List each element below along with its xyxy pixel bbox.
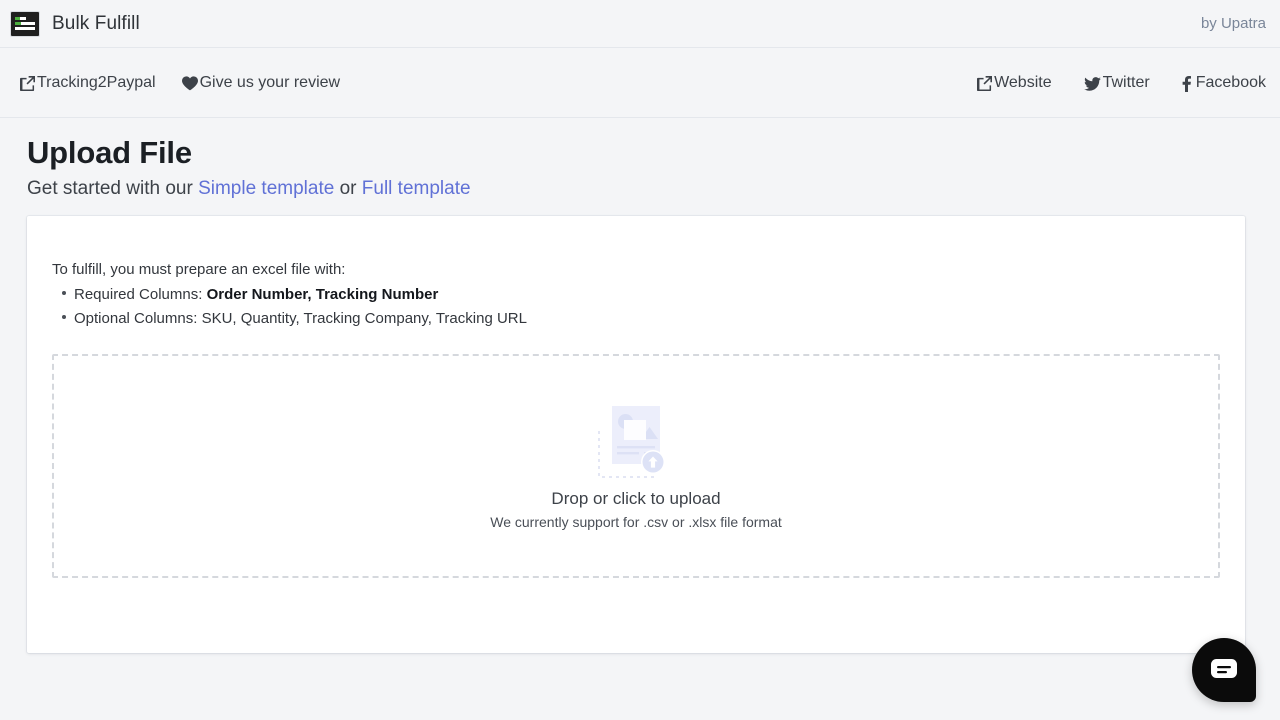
- dropzone-primary-text: Drop or click to upload: [551, 489, 721, 509]
- nav-links-left: Tracking2Paypal Give us your review: [18, 74, 340, 92]
- twitter-bird-icon: [1084, 75, 1102, 93]
- nav-link-facebook[interactable]: Facebook: [1182, 74, 1266, 92]
- full-template-link[interactable]: Full template: [362, 178, 471, 199]
- nav-link-label: Facebook: [1195, 73, 1266, 91]
- external-link-icon: [975, 75, 993, 93]
- bullet-dot-icon: [62, 314, 66, 319]
- subtitle-separator: or: [334, 177, 362, 199]
- topbar: Bulk Fulfill by Upatra: [0, 0, 1280, 48]
- dropzone-secondary-text: We currently support for .csv or .xlsx f…: [490, 514, 782, 531]
- upload-document-icon: [597, 401, 675, 479]
- facebook-f-icon: [1182, 75, 1191, 93]
- bullet-dot-icon: [62, 290, 66, 295]
- simple-template-link[interactable]: Simple template: [198, 178, 334, 199]
- app-title: Bulk Fulfill: [52, 12, 140, 34]
- page-title: Upload File: [27, 135, 192, 170]
- nav-link-tracking2paypal[interactable]: Tracking2Paypal: [18, 74, 156, 92]
- requirements-item-required: Required Columns: Order Number, Tracking…: [52, 287, 1220, 302]
- nav-link-label: Tracking2Paypal: [37, 73, 156, 91]
- file-dropzone[interactable]: Drop or click to upload We currently sup…: [52, 353, 1220, 578]
- upload-card: To fulfill, you must prepare an excel fi…: [27, 215, 1245, 653]
- nav-link-give-us-your-review[interactable]: Give us your review: [181, 73, 341, 93]
- nav-link-twitter[interactable]: Twitter: [1084, 74, 1150, 92]
- requirements-item-text: Required Columns: Order Number, Tracking…: [74, 287, 438, 302]
- brand[interactable]: Bulk Fulfill: [10, 10, 140, 37]
- nav-link-label: Give us your review: [199, 73, 341, 91]
- nav-link-website[interactable]: Website: [975, 74, 1052, 92]
- heart-icon: [181, 75, 199, 93]
- requirements-intro: To fulfill, you must prepare an excel fi…: [52, 260, 346, 278]
- bulk-fulfill-logo-icon: [10, 10, 40, 37]
- requirements-item-value: Order Number, Tracking Number: [206, 285, 439, 303]
- chat-launcher-button[interactable]: [1192, 638, 1256, 702]
- main-content: Upload File Get started with our Simple …: [0, 118, 1280, 653]
- requirements-item-value: SKU, Quantity, Tracking Company, Trackin…: [201, 309, 527, 327]
- external-link-icon: [18, 75, 36, 93]
- subtitle-prefix: Get started with our: [27, 177, 199, 199]
- nav-link-label: Website: [994, 73, 1052, 91]
- requirements-item-label: Required Columns:: [74, 285, 207, 303]
- page-subtitle: Get started with our Simple template or …: [27, 178, 1280, 200]
- nav-links-right: Website Twitter Facebook: [975, 74, 1266, 92]
- requirements-block: To fulfill, you must prepare an excel fi…: [52, 262, 1220, 326]
- navbar: Tracking2Paypal Give us your review Webs…: [0, 48, 1280, 118]
- nav-link-label: Twitter: [1102, 73, 1150, 91]
- chat-bubble-icon: [1210, 658, 1238, 682]
- page-header: Upload File Get started with our Simple …: [0, 118, 1280, 200]
- requirements-item-label: Optional Columns:: [74, 309, 202, 327]
- requirements-item-text: Optional Columns: SKU, Quantity, Trackin…: [74, 311, 527, 326]
- byline: by Upatra: [1200, 15, 1266, 32]
- requirements-item-optional: Optional Columns: SKU, Quantity, Trackin…: [52, 311, 1220, 326]
